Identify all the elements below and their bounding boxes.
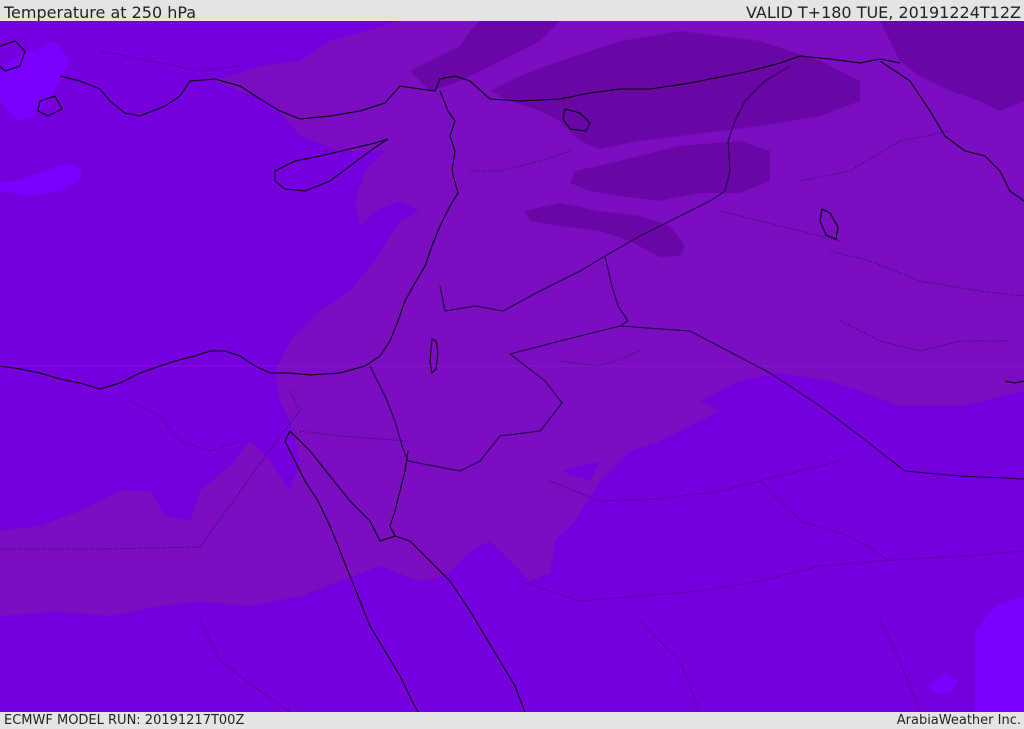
map-canvas <box>0 21 1024 712</box>
model-run: ECMWF MODEL RUN: 20191217T00Z <box>4 713 245 728</box>
footer-bar: ECMWF MODEL RUN: 20191217T00Z ArabiaWeat… <box>0 712 1024 729</box>
valid-time: VALID T+180 TUE, 20191224T12Z <box>745 3 1021 22</box>
temperature-map[interactable] <box>0 21 1024 712</box>
map-title: Temperature at 250 hPa <box>4 3 197 22</box>
header-bar: Temperature at 250 hPa VALID T+180 TUE, … <box>0 0 1024 22</box>
credit: ArabiaWeather Inc. <box>896 713 1021 728</box>
